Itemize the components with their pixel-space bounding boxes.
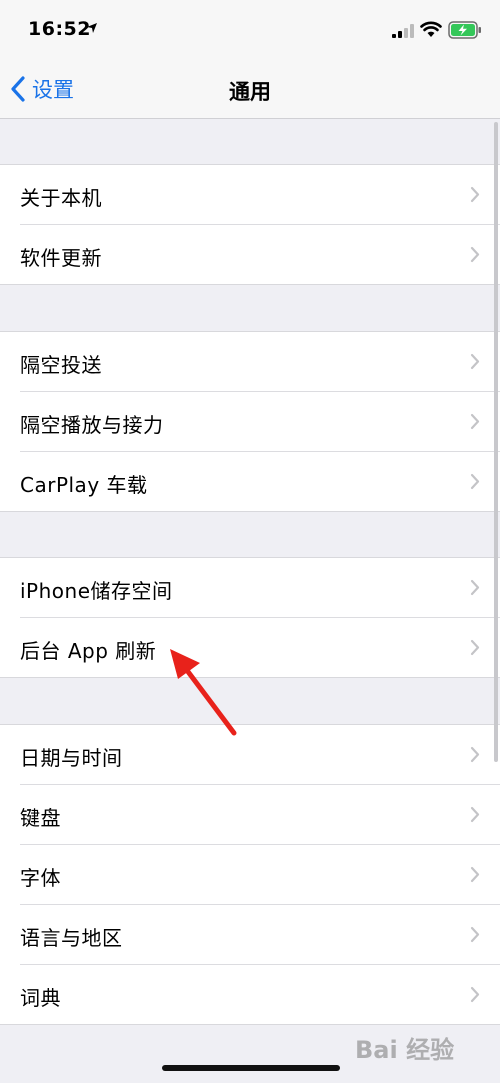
list-item-label: 语言与地区 [20,926,123,950]
chevron-right-icon [470,186,480,203]
list-item-iphone-storage[interactable]: iPhone储存空间 [20,558,500,618]
list-item-date-time[interactable]: 日期与时间 [20,725,500,785]
list-item-label: 关于本机 [20,186,102,210]
list-item-label: 软件更新 [20,246,102,270]
battery-charging-icon [448,21,481,39]
settings-group-locale: 日期与时间 键盘 字体 语言与地区 词典 [0,724,500,1025]
list-item-airplay-handoff[interactable]: 隔空播放与接力 [20,392,500,452]
list-item-label: CarPlay 车载 [20,473,148,497]
list-item-carplay[interactable]: CarPlay 车载 [20,452,500,511]
list-item-fonts[interactable]: 字体 [20,845,500,905]
list-item-label: 隔空投送 [20,353,102,377]
page-title: 通用 [229,80,271,104]
list-item-background-app-refresh[interactable]: 后台 App 刷新 [20,618,500,677]
list-item-label: 词典 [20,986,61,1010]
scroll-indicator[interactable] [494,122,498,762]
list-item-label: 后台 App 刷新 [20,639,157,663]
list-item-label: 键盘 [20,806,61,830]
chevron-right-icon [470,473,480,490]
wifi-icon [420,21,442,37]
list-item-keyboard[interactable]: 键盘 [20,785,500,845]
list-item-label: iPhone储存空间 [20,579,173,603]
navigation-bar: 设置 通用 [0,60,500,119]
list-item-dictionary[interactable]: 词典 [20,965,500,1024]
list-item-label: 字体 [20,866,61,890]
chevron-right-icon [470,986,480,1003]
chevron-right-icon [470,639,480,656]
chevron-right-icon [470,246,480,263]
home-indicator[interactable] [162,1065,340,1071]
chevron-right-icon [470,806,480,823]
list-item-airdrop[interactable]: 隔空投送 [20,332,500,392]
settings-group-connectivity: 隔空投送 隔空播放与接力 CarPlay 车载 [0,331,500,512]
chevron-right-icon [470,413,480,430]
location-arrow-icon [87,23,97,33]
cellular-signal-icon [392,24,414,38]
settings-group-about: 关于本机 软件更新 [0,164,500,285]
list-item-language-region[interactable]: 语言与地区 [20,905,500,965]
chevron-right-icon [470,926,480,943]
list-item-software-update[interactable]: 软件更新 [20,225,500,284]
chevron-right-icon [470,746,480,763]
status-bar: 16:52 [0,0,500,60]
status-time: 16:52 [28,18,91,40]
chevron-right-icon [470,353,480,370]
list-item-label: 日期与时间 [20,746,123,770]
list-item-label: 隔空播放与接力 [20,413,164,437]
list-item-about[interactable]: 关于本机 [20,165,500,225]
settings-group-storage: iPhone储存空间 后台 App 刷新 [0,557,500,678]
chevron-right-icon [470,866,480,883]
annotation-arrow-icon [170,649,237,736]
watermark-logo: Bai 经验 [355,1036,455,1064]
chevron-right-icon [470,579,480,596]
